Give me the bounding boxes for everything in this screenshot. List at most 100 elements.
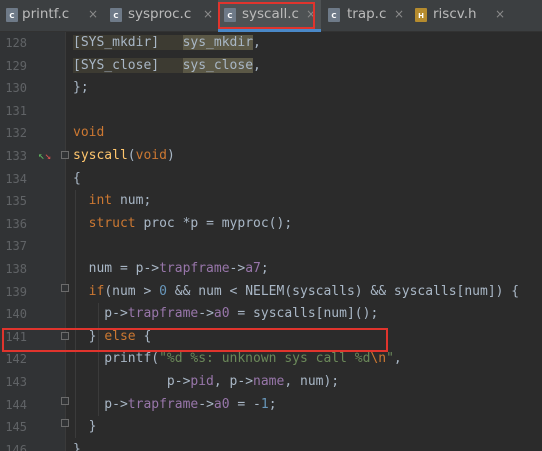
code-token: a0 bbox=[213, 306, 230, 322]
c-file-icon: C bbox=[328, 8, 340, 22]
code-text: p->pid, p->name, num); bbox=[73, 371, 339, 394]
line-number: 131 bbox=[5, 103, 27, 118]
code-token: p-> bbox=[73, 374, 191, 389]
code-token: num = p-> bbox=[73, 261, 160, 276]
line-number: 137 bbox=[5, 239, 27, 254]
indent-guide bbox=[98, 303, 99, 348]
close-icon[interactable]: × bbox=[495, 7, 505, 21]
code-token: -> bbox=[198, 396, 214, 412]
code-text: { bbox=[73, 168, 81, 191]
code-line[interactable]: 128 [SYS_mkdir] sys_mkdir, bbox=[0, 32, 542, 55]
code-text: struct proc *p = myproc(); bbox=[73, 213, 293, 236]
code-token: else bbox=[104, 328, 136, 344]
code-token: -> bbox=[229, 261, 246, 276]
code-token: printf( bbox=[73, 351, 160, 367]
code-line[interactable]: 144 p->trapframe->a0 = -1; bbox=[0, 394, 542, 417]
code-line[interactable]: 133 syscall(void) ↖↘ bbox=[0, 145, 542, 168]
code-text: num = p->trapframe->a7; bbox=[73, 258, 269, 281]
code-token: (num > bbox=[104, 283, 160, 299]
code-line[interactable]: 142 printf("%d %s: unknown sys call %d\n… bbox=[0, 348, 542, 371]
code-token: struct bbox=[88, 215, 136, 231]
indent-guide bbox=[98, 348, 99, 416]
tab-sysproc-c[interactable]: C sysproc.c × bbox=[104, 0, 218, 31]
line-number: 134 bbox=[5, 171, 27, 186]
code-token: syscall bbox=[73, 148, 128, 163]
code-token: p-> bbox=[73, 306, 128, 322]
code-text: [SYS_close] sys_close, bbox=[73, 55, 261, 78]
line-number: 136 bbox=[5, 216, 27, 231]
line-number: 139 bbox=[5, 284, 27, 299]
line-number: 145 bbox=[5, 420, 27, 435]
code-token: , bbox=[253, 57, 261, 73]
tab-label: trap.c bbox=[347, 6, 387, 22]
code-line[interactable]: 143 p->pid, p->name, num); bbox=[0, 371, 542, 394]
line-number: 132 bbox=[5, 126, 27, 141]
indent-guide bbox=[75, 190, 76, 438]
tab-syscall-c[interactable]: C syscall.c × bbox=[218, 0, 321, 32]
code-token: ; bbox=[268, 396, 277, 412]
code-token: if bbox=[88, 283, 105, 299]
code-token: , p-> bbox=[213, 374, 254, 389]
line-number: 146 bbox=[5, 442, 27, 451]
code-token: num; bbox=[112, 193, 152, 209]
line-number: 141 bbox=[5, 329, 27, 344]
code-line[interactable]: 135 int num; bbox=[0, 190, 542, 213]
code-line[interactable]: 136 struct proc *p = myproc(); bbox=[0, 213, 542, 236]
editor-tab-bar: C printf.c × C sysproc.c × C syscall.c ×… bbox=[0, 0, 542, 32]
code-line[interactable]: 134 { bbox=[0, 168, 542, 191]
code-token: } bbox=[73, 441, 81, 451]
implementation-arrow-icon[interactable]: ↖↘ bbox=[38, 145, 51, 168]
code-token: }; bbox=[73, 80, 89, 96]
code-text: int num; bbox=[73, 190, 152, 213]
tab-trap-c[interactable]: C trap.c × bbox=[321, 0, 409, 31]
code-token: int bbox=[88, 193, 113, 209]
code-line[interactable]: 131 bbox=[0, 100, 542, 123]
code-line[interactable]: 146} bbox=[0, 439, 542, 451]
close-icon[interactable]: × bbox=[306, 7, 316, 21]
code-token: [SYS_mkdir] bbox=[73, 35, 183, 50]
code-token: } bbox=[73, 419, 97, 435]
line-number: 130 bbox=[5, 81, 27, 96]
fold-marker[interactable] bbox=[61, 284, 69, 292]
code-line[interactable]: 139 if(num > 0 && num < NELEM(syscalls) … bbox=[0, 281, 542, 304]
code-token: && num < NELEM(syscalls) && syscalls[num… bbox=[166, 283, 520, 299]
code-token: trapframe bbox=[127, 396, 199, 412]
code-line[interactable]: 130}; bbox=[0, 77, 542, 100]
fold-marker[interactable] bbox=[61, 397, 69, 405]
code-line[interactable]: 138 num = p->trapframe->a7; bbox=[0, 258, 542, 281]
code-token: , num); bbox=[284, 374, 340, 389]
code-line[interactable]: 141 } else { bbox=[0, 326, 542, 349]
fold-marker[interactable] bbox=[61, 419, 69, 427]
close-icon[interactable]: × bbox=[394, 7, 404, 21]
code-token: p-> bbox=[73, 396, 128, 412]
code-line[interactable]: 132 void bbox=[0, 122, 542, 145]
line-number: 138 bbox=[5, 262, 27, 276]
code-token: , bbox=[393, 351, 402, 367]
code-line[interactable]: 137 bbox=[0, 235, 542, 258]
code-line[interactable]: 145 } bbox=[0, 416, 542, 439]
code-text: if(num > 0 && num < NELEM(syscalls) && s… bbox=[73, 281, 519, 304]
code-token: \n bbox=[370, 351, 387, 367]
close-icon[interactable]: × bbox=[203, 7, 213, 21]
code-text: } bbox=[73, 416, 97, 439]
code-token: ( bbox=[127, 148, 136, 163]
code-line[interactable]: 129 [SYS_close] sys_close, bbox=[0, 55, 542, 78]
code-text: p->trapframe->a0 = -1; bbox=[73, 394, 277, 417]
code-token: 0 bbox=[159, 283, 167, 299]
code-token: , bbox=[253, 35, 261, 50]
close-icon[interactable]: × bbox=[88, 7, 98, 21]
code-token: sys_close bbox=[182, 57, 254, 73]
code-text: [SYS_mkdir] sys_mkdir, bbox=[73, 32, 261, 55]
code-token: a7 bbox=[245, 261, 261, 276]
line-number: 128 bbox=[5, 36, 27, 50]
tab-printf-c[interactable]: C printf.c × bbox=[0, 0, 104, 31]
code-text: p->trapframe->a0 = syscalls[num](); bbox=[73, 303, 378, 326]
fold-marker[interactable] bbox=[61, 332, 69, 340]
code-token: sys_mkdir bbox=[182, 35, 254, 50]
code-token: trapframe bbox=[159, 261, 230, 276]
tab-riscv-h[interactable]: H riscv.h × bbox=[409, 0, 509, 31]
h-file-icon: H bbox=[415, 8, 427, 22]
code-editor[interactable]: 128 [SYS_mkdir] sys_mkdir, 129 [SYS_close] … bbox=[0, 32, 542, 451]
code-line[interactable]: 140 p->trapframe->a0 = syscalls[num](); bbox=[0, 303, 542, 326]
fold-marker[interactable] bbox=[61, 151, 69, 159]
